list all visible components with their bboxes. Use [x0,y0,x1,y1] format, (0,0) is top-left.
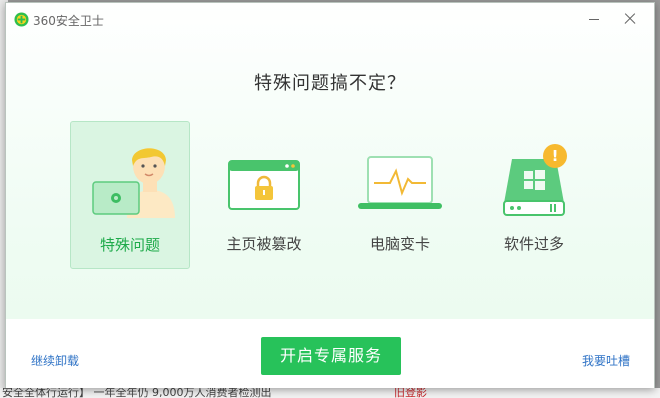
background-app-text: 安全全体行运行】 一年全年仍 9,000万人消费者检测出 旧登影 [0,388,660,398]
locked-browser-icon [228,160,300,210]
option-too-much-software[interactable]: ! 软件过多 [474,121,594,269]
dialog-headline: 特殊问题搞不定？ [254,73,406,94]
option-label: 电脑变卡 [369,235,430,253]
close-button[interactable] [618,9,642,29]
start-service-button[interactable]: 开启专属服务 [261,337,401,375]
uninstall-dialog: 360安全卫士 特殊问题搞不定？ 特殊问题 主页被篡改 电脑变卡 ! 软件过多 … [5,2,655,388]
window-title: 360安全卫士 [33,14,104,28]
continue-uninstall-link[interactable]: 继续卸载 [31,352,79,369]
option-special-issue[interactable]: 特殊问题 [70,121,190,269]
option-label: 主页被篡改 [226,235,302,253]
user-with-laptop-icon [92,148,175,218]
option-label: 特殊问题 [99,236,160,254]
feedback-link[interactable]: 我要吐槽 [582,352,630,369]
title-bar[interactable]: 360安全卫士 [6,3,654,35]
background-text: 安全全体行运行】 一年全年仍 9,000万人消费者检测出 [2,388,272,398]
dialog-footer: 继续卸载 开启专属服务 我要吐槽 [6,319,654,388]
background-red-text: 旧登影 [394,388,427,398]
minimize-button[interactable] [582,9,606,29]
laptop-performance-icon [358,156,442,209]
option-label: 软件过多 [503,235,564,253]
option-homepage-hijacked[interactable]: 主页被篡改 [204,121,324,269]
warning-badge-text: ! [551,147,559,165]
option-computer-slow[interactable]: 电脑变卡 [340,121,460,269]
app-logo-icon [14,12,29,27]
software-overload-icon [503,159,565,216]
